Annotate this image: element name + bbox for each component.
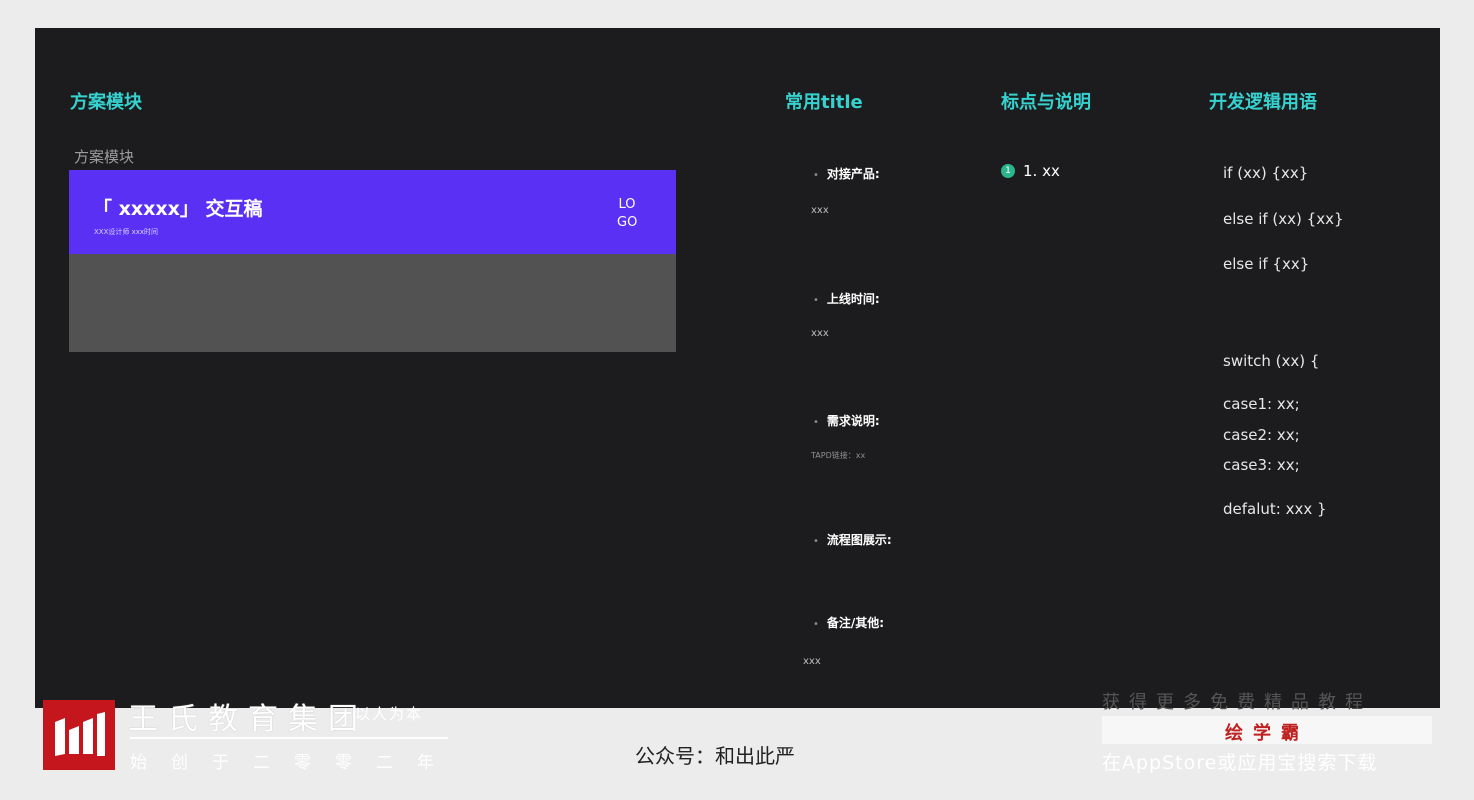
code-line: else if (xx) {xx} [1223, 210, 1344, 228]
w-logo-icon [55, 712, 105, 756]
code-line: else if {xx} [1223, 255, 1310, 273]
title-row-value: xxx [811, 328, 829, 339]
title-row-value: TAPD链接：xx [811, 451, 866, 460]
wechat-account: 公众号：和出此严 [635, 744, 795, 768]
watermark-org-name: 王氏教育集团 [128, 702, 368, 737]
title-row-value: xxx [811, 205, 829, 216]
bullet-dot-icon: • [813, 295, 819, 306]
title-row-label: • 上线时间: [813, 292, 880, 306]
watermark-divider [130, 737, 448, 739]
code-line: if (xx) {xx} [1223, 164, 1309, 182]
cover-meta: XXX设计师 xxx时间 [94, 228, 159, 236]
title-row-value: xxx [803, 656, 821, 667]
bullet-dot-icon: • [813, 536, 819, 547]
code-line: case2: xx; [1223, 426, 1300, 444]
promo-line: 获得更多免费精品教程 [1102, 692, 1372, 713]
title-row-label: • 对接产品: [813, 167, 880, 181]
promo-download: 在AppStore或应用宝搜索下载 [1102, 752, 1378, 774]
title-row-label: • 需求说明: [813, 414, 880, 428]
plan-sub-label: 方案模块 [74, 148, 135, 166]
column-title-dev: 开发逻辑用语 [1209, 92, 1317, 113]
brand-logo [43, 700, 115, 770]
column-title-title: 常用title [785, 92, 863, 113]
punct-item: 1 1. xx [1001, 162, 1060, 180]
artboard: 方案模块 常用title 标点与说明 开发逻辑用语 方案模块 「 xxxxx」 … [35, 28, 1440, 708]
bullet-dot-icon: • [813, 170, 819, 181]
bullet-dot-icon: • [813, 619, 819, 630]
cover-title: 「 xxxxx」 交互稿 [93, 198, 263, 220]
cover-logo: LO GO [617, 197, 638, 230]
promo-brand: 绘学霸 [1225, 723, 1309, 744]
column-title-plan: 方案模块 [70, 92, 142, 113]
punct-text: 1. xx [1023, 162, 1060, 180]
code-line: switch (xx) { [1223, 352, 1320, 370]
bullet-dot-icon: • [813, 417, 819, 428]
watermark-since: 始创于二零零二年 [130, 753, 458, 773]
title-row-label: • 备注/其他: [813, 616, 885, 630]
title-row-label: • 流程图展示: [813, 533, 892, 547]
column-title-punct: 标点与说明 [1001, 92, 1091, 113]
code-line: defalut: xxx } [1223, 500, 1327, 518]
watermark-motto: 以人为本 [355, 705, 424, 723]
number-badge-icon: 1 [1001, 164, 1015, 178]
code-line: case1: xx; [1223, 395, 1300, 413]
cover-card[interactable]: 「 xxxxx」 交互稿 XXX设计师 xxx时间 LO GO [69, 170, 676, 352]
cover-band: 「 xxxxx」 交互稿 XXX设计师 xxx时间 LO GO [69, 170, 676, 254]
code-line: case3: xx; [1223, 456, 1300, 474]
